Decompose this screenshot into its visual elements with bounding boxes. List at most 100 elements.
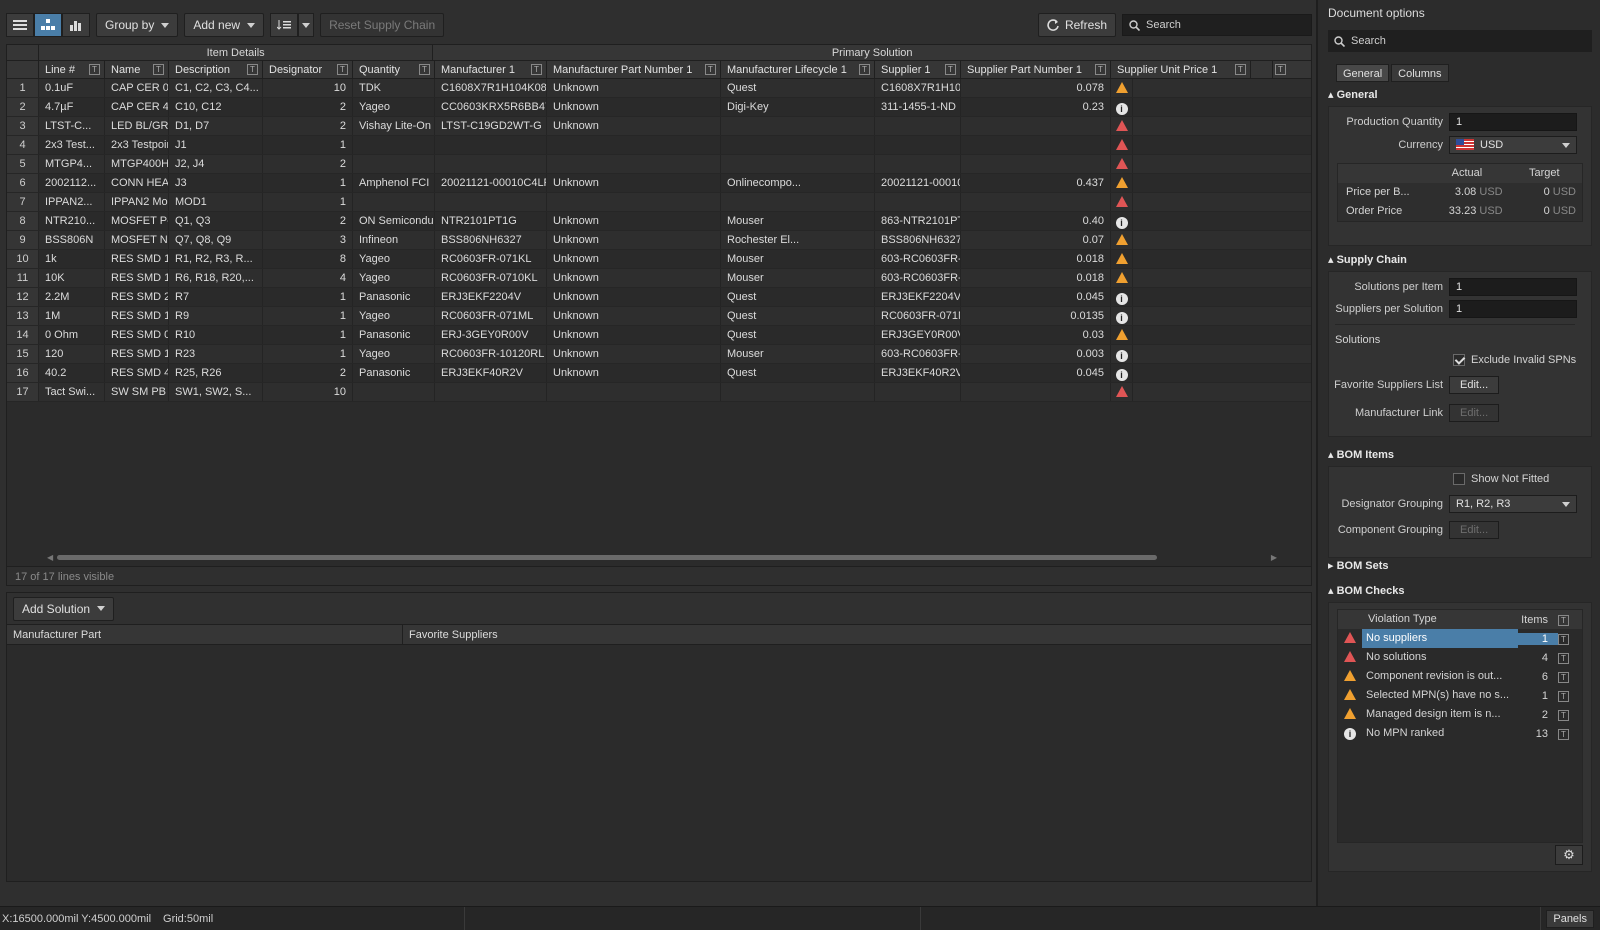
table-row[interactable]: 3LTST-C...LED BL/GRN/...D1, D72Vishay Li… [7, 117, 1311, 136]
filter-icon[interactable]: T [89, 64, 100, 75]
table-row[interactable]: 1110KRES SMD 10K...R6, R18, R20,...4Yage… [7, 269, 1311, 288]
col-favorite-suppliers[interactable]: Favorite Suppliers [403, 625, 1311, 644]
warning-icon[interactable] [1115, 253, 1128, 264]
column-header[interactable]: Name T [105, 61, 169, 78]
supply-chain-section-toggle[interactable]: ▴ Supply Chain [1320, 251, 1600, 269]
grid-search-input[interactable]: Search [1122, 14, 1312, 36]
panels-button[interactable]: Panels [1546, 910, 1594, 928]
column-header[interactable]: Supplier Part Number 1 T [961, 61, 1111, 78]
table-row[interactable]: 17Tact Swi...SW SM PB SP...SW1, SW2, S..… [7, 383, 1311, 402]
col-manufacturer-part[interactable]: Manufacturer Part [7, 625, 403, 644]
col-items[interactable]: Items [1518, 614, 1558, 626]
favorite-suppliers-edit-button[interactable]: Edit... [1449, 376, 1500, 394]
table-row[interactable]: 5MTGP4...MTGP400H75...J2, J42 [7, 155, 1311, 174]
filter-icon[interactable]: T [247, 64, 258, 75]
table-row[interactable]: 8NTR210...MOSFET P-CH...Q1, Q32ON Semico… [7, 212, 1311, 231]
filter-icon[interactable]: T [419, 64, 430, 75]
general-section-toggle[interactable]: ▴ General [1320, 86, 1600, 104]
table-row[interactable]: 101kRES SMD 1K...R1, R2, R3, R...8YageoR… [7, 250, 1311, 269]
bom-sets-section-toggle[interactable]: ▸ BOM Sets [1320, 557, 1600, 575]
table-row[interactable]: 140 OhmRES SMD 0.0...R101PanasonicERJ-3G… [7, 326, 1311, 345]
error-icon[interactable] [1115, 120, 1128, 131]
error-icon[interactable] [1115, 139, 1128, 150]
col-violation-type[interactable]: Violation Type [1362, 610, 1518, 629]
filter-icon[interactable]: T [1235, 64, 1246, 75]
violation-row[interactable]: No solutions 4 T [1338, 648, 1582, 667]
filter-icon[interactable]: T [1275, 64, 1286, 75]
filter-icon[interactable]: T [337, 64, 348, 75]
filter-icon[interactable]: T [153, 64, 164, 75]
warning-icon[interactable] [1115, 82, 1128, 93]
column-header[interactable]: Quantity T [353, 61, 435, 78]
table-row[interactable]: 42x3 Test...2x3 Testpoints...J11 [7, 136, 1311, 155]
filter-icon[interactable]: T [531, 64, 542, 75]
column-header[interactable]: Supplier 1 T [875, 61, 961, 78]
suppliers-per-solution-input[interactable]: 1 [1449, 300, 1577, 318]
filter-icon[interactable]: T [1558, 709, 1569, 721]
group-by-dropdown[interactable]: Group by [96, 13, 179, 37]
show-not-fitted-checkbox[interactable] [1453, 473, 1465, 485]
reset-supply-chain-button[interactable]: Reset Supply Chain [320, 13, 445, 37]
filter-icon[interactable]: T [1558, 614, 1569, 626]
filter-icon[interactable]: T [1558, 728, 1569, 740]
filter-icon[interactable]: T [1095, 64, 1106, 75]
column-header[interactable]: Supplier Unit Price 1 T [1111, 61, 1251, 78]
table-row[interactable]: 62002112...CONN HEADE...J31Amphenol FCI2… [7, 174, 1311, 193]
filter-icon[interactable]: T [1558, 671, 1569, 683]
scroll-right-icon[interactable]: ▶ [1271, 553, 1277, 562]
settings-button[interactable]: ⚙ [1555, 845, 1583, 865]
scrollbar-thumb[interactable] [57, 555, 1157, 560]
info-icon[interactable]: i [1115, 293, 1128, 305]
info-icon[interactable]: i [1115, 103, 1128, 115]
column-header[interactable]: Manufacturer Lifecycle 1 T [721, 61, 875, 78]
error-icon[interactable] [1115, 196, 1128, 207]
info-icon[interactable]: i [1115, 369, 1128, 381]
table-row[interactable]: 1640.2RES SMD 40...R25, R262PanasonicERJ… [7, 364, 1311, 383]
tab-general[interactable]: General [1336, 64, 1390, 82]
info-icon[interactable]: i [1115, 312, 1128, 324]
error-icon[interactable] [1115, 386, 1128, 397]
violation-row[interactable]: Managed design item is n... 2 T [1338, 705, 1582, 724]
violation-row[interactable]: Component revision is out... 6 T [1338, 667, 1582, 686]
filter-icon[interactable]: T [1558, 690, 1569, 702]
bom-items-section-toggle[interactable]: ▴ BOM Items [1320, 446, 1600, 464]
filter-icon[interactable]: T [705, 64, 716, 75]
table-row[interactable]: 10.1uFCAP CER 0.1U...C1, C2, C3, C4...10… [7, 79, 1311, 98]
refresh-button[interactable]: Refresh [1037, 13, 1116, 37]
table-row[interactable]: 7IPPAN2...IPPAN2 Modul...MOD11 [7, 193, 1311, 212]
sort-options-button[interactable] [298, 13, 315, 37]
solutions-per-item-input[interactable]: 1 [1449, 278, 1577, 296]
column-header[interactable]: Designator T [263, 61, 353, 78]
sort-button[interactable] [270, 13, 299, 37]
column-header[interactable]: Line # T [39, 61, 105, 78]
violation-row[interactable]: i No MPN ranked 13 T [1338, 724, 1582, 743]
warning-icon[interactable] [1115, 272, 1128, 283]
chart-view-button[interactable] [62, 13, 90, 37]
production-quantity-input[interactable]: 1 [1449, 113, 1577, 131]
filter-icon[interactable]: T [1558, 652, 1569, 664]
component-grouping-edit-button[interactable]: Edit... [1449, 521, 1500, 539]
warning-icon[interactable] [1115, 234, 1128, 245]
violation-row[interactable]: Selected MPN(s) have no s... 1 T [1338, 686, 1582, 705]
column-header[interactable]: Manufacturer 1 T [435, 61, 547, 78]
scroll-left-icon[interactable]: ◀ [47, 553, 53, 562]
add-new-dropdown[interactable]: Add new [184, 13, 265, 37]
filter-icon[interactable]: T [859, 64, 870, 75]
filter-icon[interactable]: T [1558, 633, 1569, 645]
currency-select[interactable]: USD [1449, 136, 1577, 154]
violation-row[interactable]: No suppliers 1 T [1338, 629, 1582, 648]
table-row[interactable]: 24.7µFCAP CER 4.7U...C10, C122YageoCC060… [7, 98, 1311, 117]
table-row[interactable]: 15120RES SMD 120...R231YageoRC0603FR-101… [7, 345, 1311, 364]
add-solution-button[interactable]: Add Solution [13, 596, 115, 621]
table-row[interactable]: 131MRES SMD 1M...R91YageoRC0603FR-071MLU… [7, 307, 1311, 326]
designator-grouping-select[interactable]: R1, R2, R3 [1449, 495, 1577, 513]
panel-search-input[interactable]: Search [1328, 30, 1592, 52]
exclude-invalid-spns-checkbox[interactable] [1453, 354, 1465, 366]
column-header[interactable]: Manufacturer Part Number 1 T [547, 61, 721, 78]
error-icon[interactable] [1115, 158, 1128, 169]
column-header[interactable]: Description T [169, 61, 263, 78]
manufacturer-link-edit-button[interactable]: Edit... [1449, 404, 1500, 422]
warning-icon[interactable] [1115, 329, 1128, 340]
filter-icon[interactable]: T [945, 64, 956, 75]
info-icon[interactable]: i [1115, 217, 1128, 229]
